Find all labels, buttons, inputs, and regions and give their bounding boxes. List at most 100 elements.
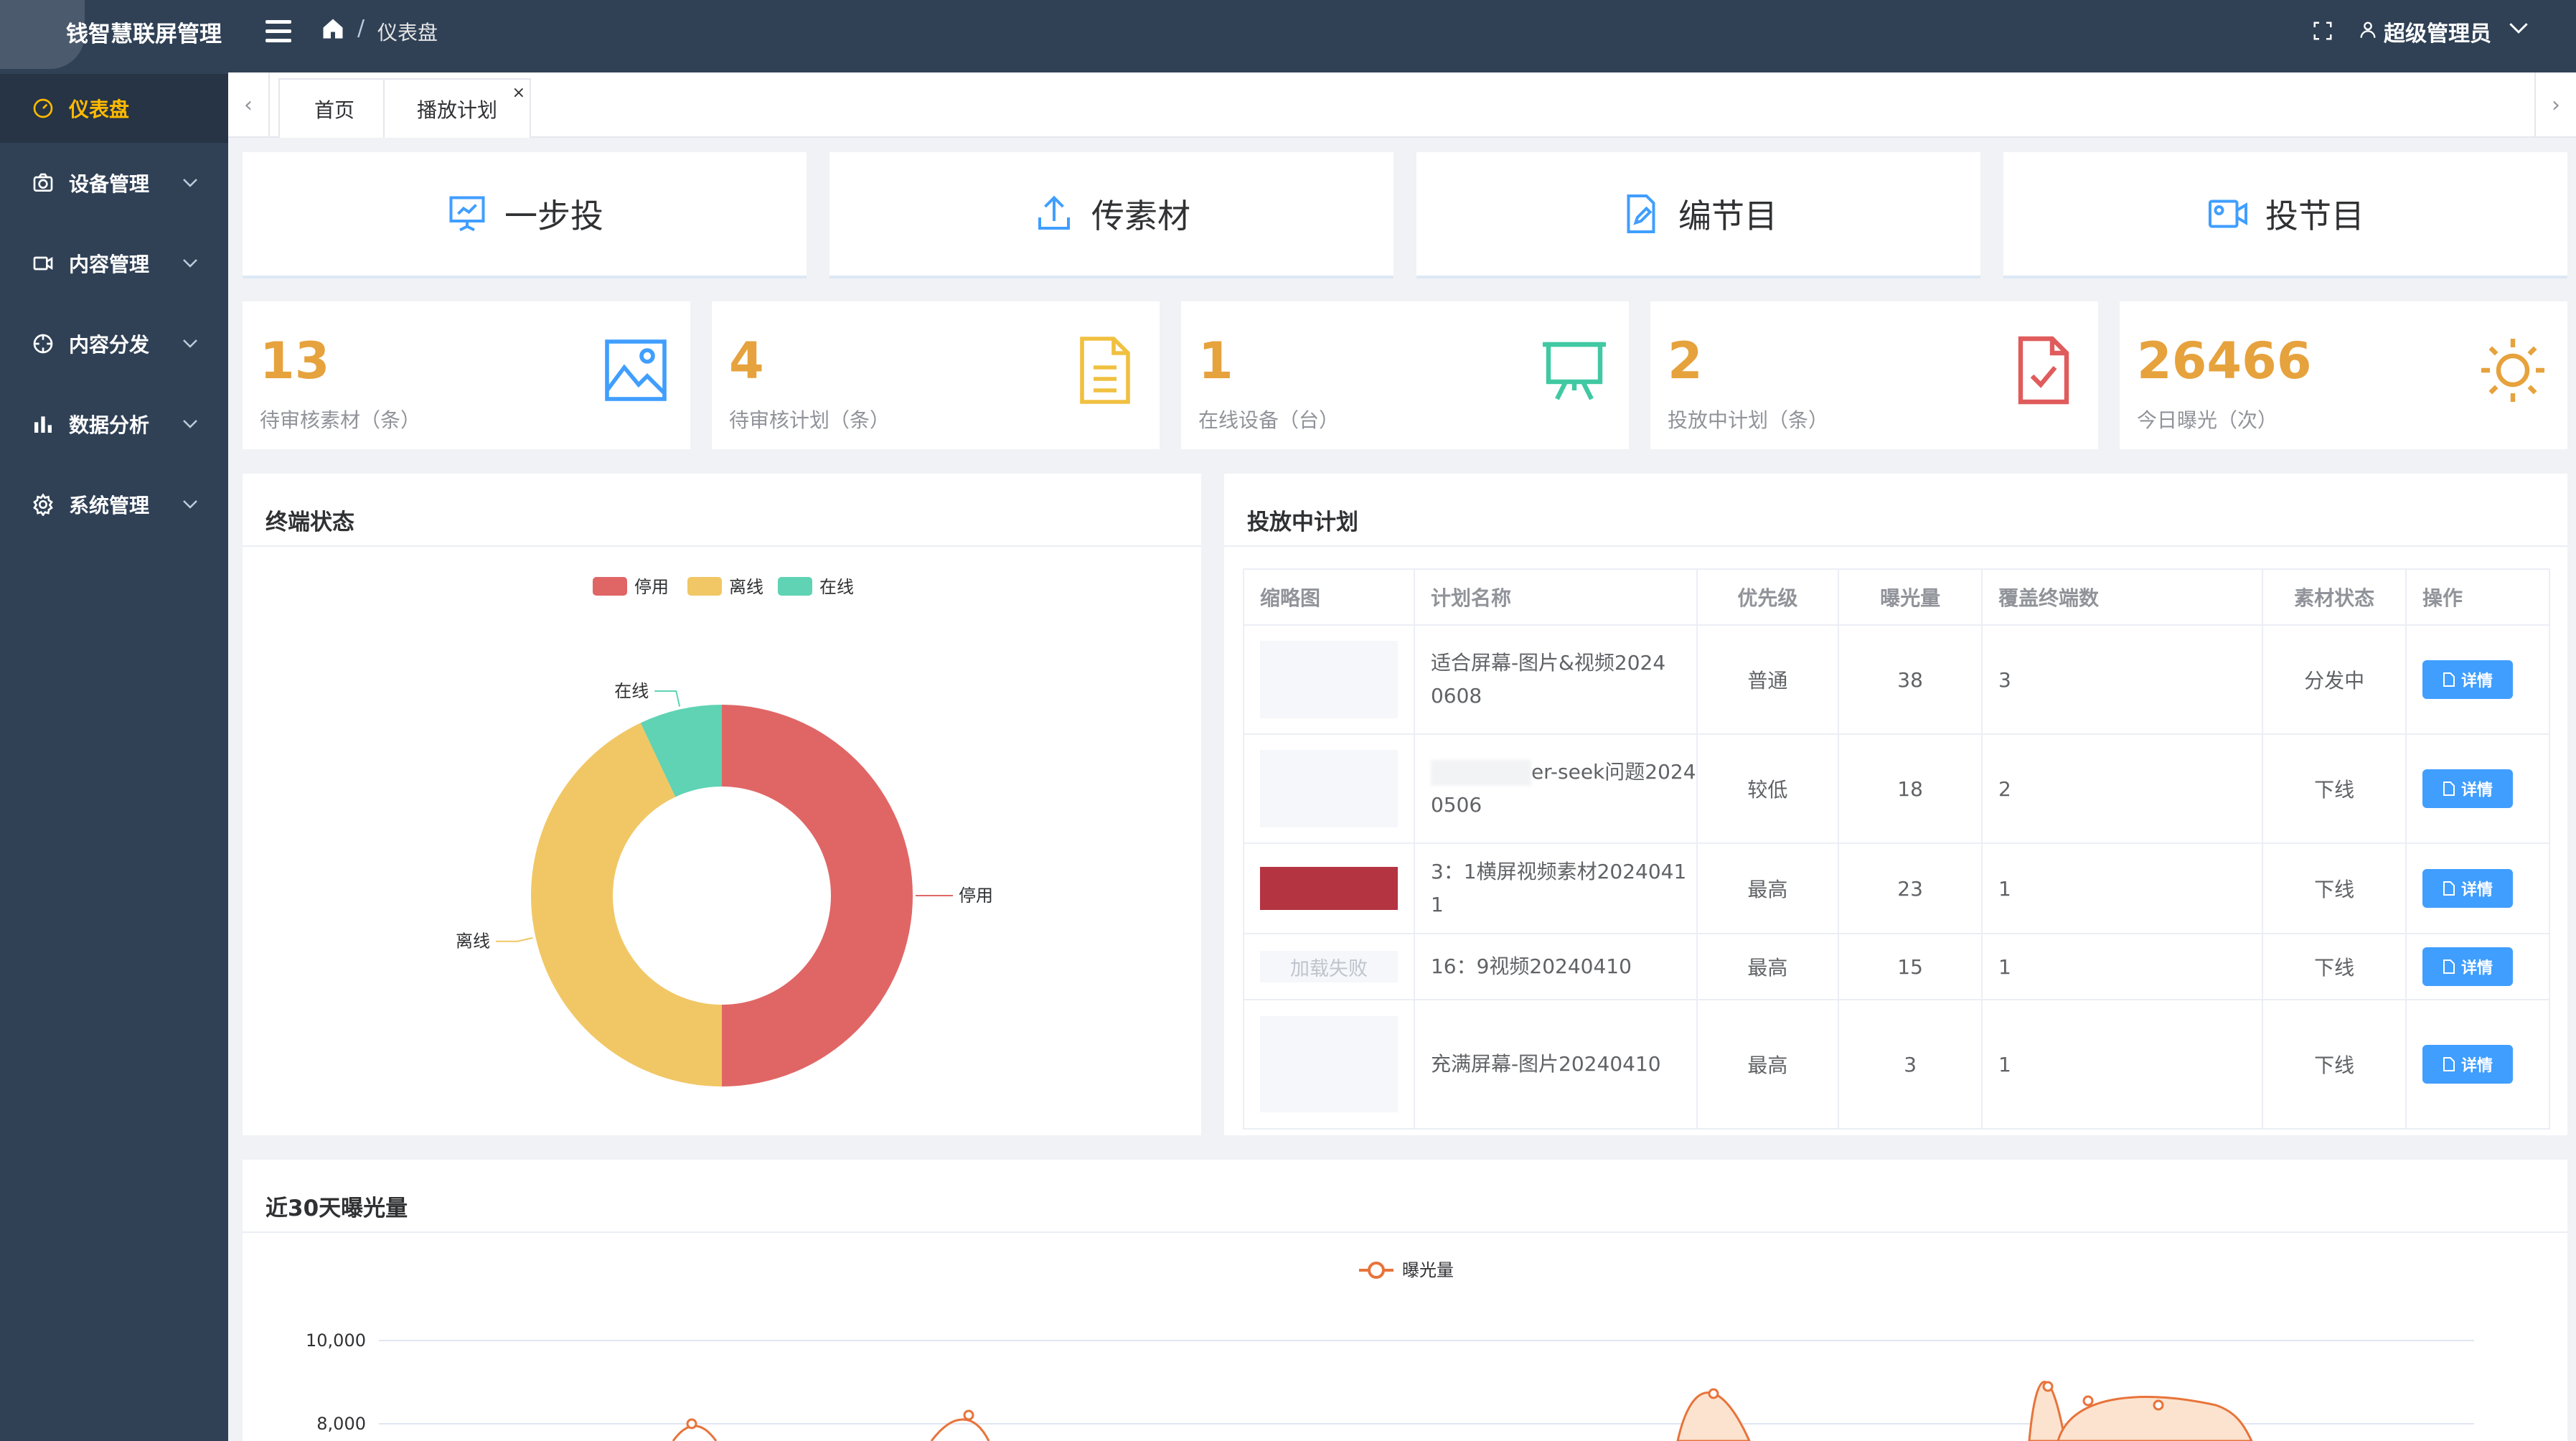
sidebar-item-dashboard[interactable]: 仪表盘 (0, 74, 228, 143)
checked-doc-icon (2018, 336, 2069, 405)
detail-button[interactable]: 详情 (2422, 947, 2514, 986)
plan-name-cell: 3：1横屏视频素材2024041 1 (1413, 842, 1698, 934)
table-row: er-seek问题2024 0506 较低 18 2 下线 详情 (1243, 733, 2550, 844)
hamburger-menu-icon[interactable] (260, 17, 291, 46)
plan-name: 3：1横屏视频素材2024041 (1430, 860, 1687, 883)
thumbnail[interactable] (1260, 641, 1398, 718)
sidebar-item-label: 内容分发 (69, 333, 150, 357)
priority-cell: 较低 (1696, 733, 1840, 844)
edit-program-button[interactable]: 编节目 (1416, 152, 1980, 278)
sidebar-item-device-management[interactable]: 设备管理 (0, 149, 228, 217)
image-icon (605, 339, 667, 401)
action-label: 一步投 (504, 197, 603, 235)
upload-material-button[interactable]: 传素材 (829, 152, 1393, 278)
data-point (963, 1409, 974, 1421)
fullscreen-icon[interactable] (2312, 20, 2333, 42)
top-navbar: 钱智慧联屏管理 / 仪表盘 超级管理员 (0, 0, 2576, 72)
thumbnail-cell: 加载失败 (1243, 933, 1415, 1000)
detail-label: 详情 (2461, 959, 2493, 977)
stat-label: 投放中计划（条） (1668, 408, 1829, 432)
action-label: 编节目 (1678, 197, 1777, 235)
thumbnail[interactable] (1260, 867, 1398, 910)
video-icon (33, 256, 53, 271)
sidebar-item-data-analysis[interactable]: 数据分析 (0, 390, 228, 459)
thumbnail[interactable] (1260, 750, 1398, 827)
document-icon (2443, 1057, 2455, 1071)
detail-button[interactable]: 详情 (2422, 769, 2514, 808)
close-icon[interactable]: × (512, 84, 525, 102)
sidebar-item-system-management[interactable]: 系统管理 (0, 470, 228, 539)
terminals-cell: 1 (1980, 842, 2264, 934)
table-row: 加载失败 16：9视频20240410 最高 15 1 下线 详情 (1243, 933, 2550, 1000)
document-icon (2443, 959, 2455, 974)
plan-name: 0506 (1430, 793, 1482, 817)
legend-label[interactable]: 停用 (634, 577, 669, 597)
column-header: 优先级 (1696, 568, 1840, 626)
thumbnail[interactable] (1260, 1016, 1398, 1112)
sidebar-item-label: 内容管理 (69, 253, 150, 276)
legend-swatch[interactable] (687, 577, 722, 596)
video-camera-icon (2209, 200, 2247, 228)
terminals-cell: 3 (1980, 624, 2264, 735)
stat-deploying-plans: 2 投放中计划（条） (1650, 301, 2098, 449)
sidebar-item-content-management[interactable]: 内容管理 (0, 229, 228, 298)
stat-label: 今日曝光（次） (2137, 408, 2278, 432)
tabs-scroll-right-icon[interactable]: › (2534, 72, 2576, 138)
tabs-scroll-left-icon[interactable]: ‹ (228, 72, 270, 138)
label-leader-line (496, 937, 533, 942)
detail-label: 详情 (2461, 881, 2493, 899)
deploy-program-button[interactable]: 投节目 (2003, 152, 2567, 278)
home-icon[interactable] (320, 16, 346, 42)
table-header-row: 缩略图 计划名称 优先级 曝光量 覆盖终端数 素材状态 操作 (1243, 568, 2550, 626)
plan-name-cell: 16：9视频20240410 (1413, 933, 1698, 1000)
legend-swatch[interactable] (778, 577, 812, 596)
legend-marker (1368, 1262, 1385, 1279)
one-step-deploy-button[interactable]: 一步投 (243, 152, 807, 278)
chevron-down-icon (183, 500, 197, 509)
tab-label: 播放计划 (416, 98, 497, 122)
sidebar-item-label: 仪表盘 (69, 98, 130, 121)
breadcrumb-separator: / (357, 16, 365, 41)
blurred-text (1430, 760, 1531, 786)
sidebar-item-label: 系统管理 (69, 494, 150, 517)
legend-label[interactable]: 在线 (819, 577, 854, 597)
status-cell: 下线 (2262, 842, 2407, 934)
legend-label[interactable]: 离线 (729, 577, 763, 597)
gear-icon (33, 493, 53, 516)
sun-icon (2481, 339, 2544, 402)
status-cell: 下线 (2262, 733, 2407, 844)
table-row: 适合屏幕-图片&视频2024 0608 普通 38 3 分发中 详情 (1243, 624, 2550, 735)
thumbnail-load-failed[interactable]: 加载失败 (1260, 951, 1398, 982)
terminals-cell: 1 (1980, 933, 2264, 1000)
action-cell: 详情 (2405, 624, 2550, 735)
display-board-icon (1543, 342, 1606, 400)
chevron-down-icon[interactable] (2509, 22, 2529, 34)
exposure-cell: 15 (1838, 933, 1983, 1000)
column-header: 计划名称 (1413, 568, 1698, 626)
action-cell: 详情 (2405, 999, 2550, 1130)
thumbnail-cell (1243, 733, 1415, 844)
legend-swatch[interactable] (593, 577, 627, 596)
series-line (930, 1418, 990, 1441)
column-header: 曝光量 (1838, 568, 1983, 626)
stat-value: 2 (1668, 332, 1703, 390)
legend-label: 曝光量 (1402, 1260, 1454, 1280)
action-cell: 详情 (2405, 933, 2550, 1000)
detail-button[interactable]: 详情 (2422, 660, 2514, 699)
chevron-down-icon (183, 259, 197, 268)
exposure-cell: 3 (1838, 999, 1983, 1130)
exposure-cell: 18 (1838, 733, 1983, 844)
divider (1224, 545, 2567, 547)
data-point (2082, 1395, 2094, 1407)
pie-slice[interactable] (722, 705, 913, 1086)
user-icon[interactable] (2358, 19, 2378, 40)
detail-button[interactable]: 详情 (2422, 1045, 2514, 1084)
stat-label: 待审核计划（条） (729, 408, 890, 432)
tab-play-plan[interactable]: 播放计划 × (383, 78, 531, 138)
user-name[interactable]: 超级管理员 (2384, 16, 2491, 47)
detail-button[interactable]: 详情 (2422, 869, 2514, 908)
sidebar-item-content-distribution[interactable]: 内容分发 (0, 309, 228, 378)
status-cell: 分发中 (2262, 624, 2407, 735)
tab-home[interactable]: 首页 (278, 78, 390, 138)
sidebar-item-label: 设备管理 (69, 172, 150, 196)
